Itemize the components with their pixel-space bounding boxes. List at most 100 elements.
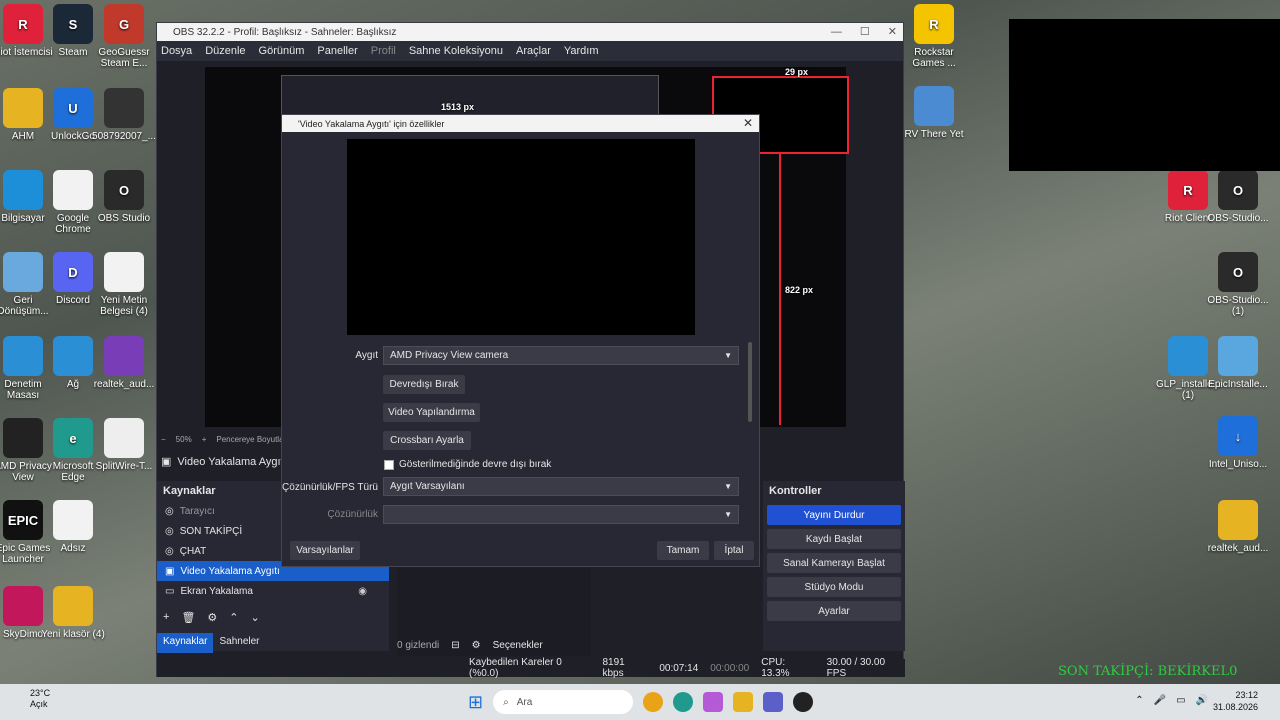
microphone-icon[interactable]: 🎤 [1154,695,1166,706]
desktop-icon[interactable]: G GeoGuessr Steam E... [92,4,156,69]
desktop-icon[interactable]: realtek_aud... [1206,500,1270,554]
app-icon [3,252,43,292]
desktop-icon[interactable]: 508792007_... [92,88,156,142]
trash-icon[interactable]: 🗑 [181,611,195,624]
app-icon: R [1168,170,1208,210]
app-icon [104,252,144,292]
desktop-icon[interactable]: O OBS-Studio... (1) [1206,252,1270,317]
close-icon[interactable]: ✕ [888,23,897,41]
video-config-button[interactable]: Video Yapılandırma [383,403,480,422]
desktop-icon[interactable]: realtek_aud... [92,336,156,390]
zoom-out-icon[interactable]: − [161,435,166,444]
studio-mode-button[interactable]: Stüdyo Modu [767,577,901,597]
status-bar: Kaybedilen Kareler 0 (%0.0) 8191 kbps 00… [157,657,905,679]
desktop-icon-label: Yeni Metin Belgesi (4) [100,295,148,317]
app-icon: O [1218,170,1258,210]
hidden-count: 0 gizlendi [397,639,440,651]
crossbar-button[interactable]: Crossbarı Ayarla [383,431,471,450]
source-label: Ekran Yakalama [180,585,253,597]
cancel-button[interactable]: İptal [714,541,754,560]
copilot-icon[interactable] [703,692,724,712]
desktop-icon-label: OBS-Studio... [1207,213,1269,224]
globe-icon: ◎ [165,505,174,517]
app-icon [3,88,43,128]
zoom-in-icon[interactable]: + [202,435,207,444]
resolution-select[interactable]: ▼ [383,505,739,524]
desktop-icon[interactable]: O OBS Studio [92,170,156,224]
desktop-icon[interactable]: O OBS-Studio... [1206,170,1270,224]
checkbox-box[interactable] [384,459,394,470]
desktop-icon-label: Intel_Uniso... [1208,459,1268,470]
chevron-up-icon[interactable]: ⌃ [1135,695,1143,706]
app-icon [3,586,43,626]
preview-label-right: 822 px [785,285,814,295]
deactivate-button[interactable]: Devredışı Bırak [383,375,465,394]
desktop-icon[interactable]: EpicInstalle... [1206,336,1270,390]
chrome-icon[interactable] [643,692,664,712]
menu-dosya[interactable]: Dosya [161,45,192,57]
volume-icon[interactable]: 🔊 [1196,695,1208,706]
desktop-icon-label: Rockstar Games ... [912,47,956,69]
menu-araclar[interactable]: Araçlar [516,45,551,57]
eye-icon[interactable]: ◉ [358,586,367,597]
search-placeholder: Ara [516,696,533,708]
maximize-icon[interactable]: ☐ [860,23,870,41]
minimize-icon[interactable]: — [831,23,842,41]
preview-label-top: 29 px [785,67,809,77]
desktop-icon[interactable]: RV There Yet [902,86,966,140]
app-icon: O [1218,252,1258,292]
layout-icon[interactable]: ⊟ [451,640,459,651]
defaults-button[interactable]: Varsayılanlar [290,541,360,560]
menu-yardim[interactable]: Yardım [564,45,599,57]
file-explorer-icon[interactable] [733,692,754,712]
app-icon: U [53,88,93,128]
close-icon[interactable]: ✕ [743,116,753,130]
desktop-icon[interactable]: Yeni Metin Belgesi (4) [92,252,156,317]
desktop-icon-label: SplitWire-T... [95,461,153,472]
gear-icon[interactable]: ⚙ [472,640,481,651]
obs-taskbar-icon[interactable] [793,692,814,712]
menu-paneller[interactable]: Paneller [317,45,357,57]
clock[interactable]: 23:12 31.08.2026 [1213,689,1258,713]
app-icon [3,418,43,458]
obs-titlebar: OBS 32.2.2 - Profil: Başlıksız - Sahnele… [157,23,903,41]
tab-kaynaklar[interactable]: Kaynaklar [157,633,214,653]
stop-stream-button[interactable]: Yayını Durdur [767,505,901,525]
virtual-camera-button[interactable]: Sanal Kamerayı Başlat [767,553,901,573]
tab-sahneler[interactable]: Sahneler [213,633,265,653]
gear-icon[interactable]: ⚙ [207,611,217,624]
arrow-up-icon[interactable]: ⌃ [229,611,238,624]
menu-profil[interactable]: Profil [371,45,396,57]
checkbox-label: Gösterilmediğinde devre dışı bırak [399,459,552,470]
desktop-icon[interactable]: R Rockstar Games ... [902,4,966,69]
chevron-down-icon: ▼ [724,510,732,519]
desktop-icon[interactable]: Adsız [41,500,105,554]
taskbar-search[interactable]: ⌕ Ara [493,690,634,714]
arrow-down-icon[interactable]: ⌄ [251,611,260,624]
network-icon[interactable]: ▭ [1176,695,1185,706]
dialog-scrollbar[interactable] [748,342,752,422]
add-icon[interactable]: + [163,611,169,624]
menu-gorunum[interactable]: Görünüm [259,45,305,57]
menu-duzenle[interactable]: Düzenle [205,45,245,57]
edge-icon[interactable] [673,692,694,712]
start-recording-button[interactable]: Kaydı Başlat [767,529,901,549]
desktop-icon[interactable]: Yeni klasör (4) [41,586,105,640]
ok-button[interactable]: Tamam [657,541,709,560]
menu-sahne-koleksiyonu[interactable]: Sahne Koleksiyonu [409,45,503,57]
controls-dock: Kontroller Yayını Durdur Kaydı Başlat Sa… [763,481,905,651]
source-item[interactable]: ▭ Ekran Yakalama ◉ [157,581,389,601]
deactivate-when-hidden-checkbox[interactable]: Gösterilmediğinde devre dışı bırak [384,459,551,470]
device-select[interactable]: AMD Privacy View camera ▼ [383,346,739,365]
source-toolbar: ▣ Video Yakalama Aygıtı [161,455,287,469]
desktop-icon[interactable]: SplitWire-T... [92,418,156,472]
source-label: Video Yakalama Aygıtı [180,565,280,577]
res-type-select[interactable]: Aygıt Varsayılanı ▼ [383,477,739,496]
mixer-options[interactable]: Seçenekler [493,640,543,651]
start-icon[interactable]: ⊞ [468,692,483,713]
teams-icon[interactable] [763,692,784,712]
settings-button[interactable]: Ayarlar [767,601,901,621]
desktop-icon[interactable]: ↓ Intel_Uniso... [1206,416,1270,470]
app-icon [104,418,144,458]
weather-widget[interactable]: 23°C Açık [14,688,50,710]
